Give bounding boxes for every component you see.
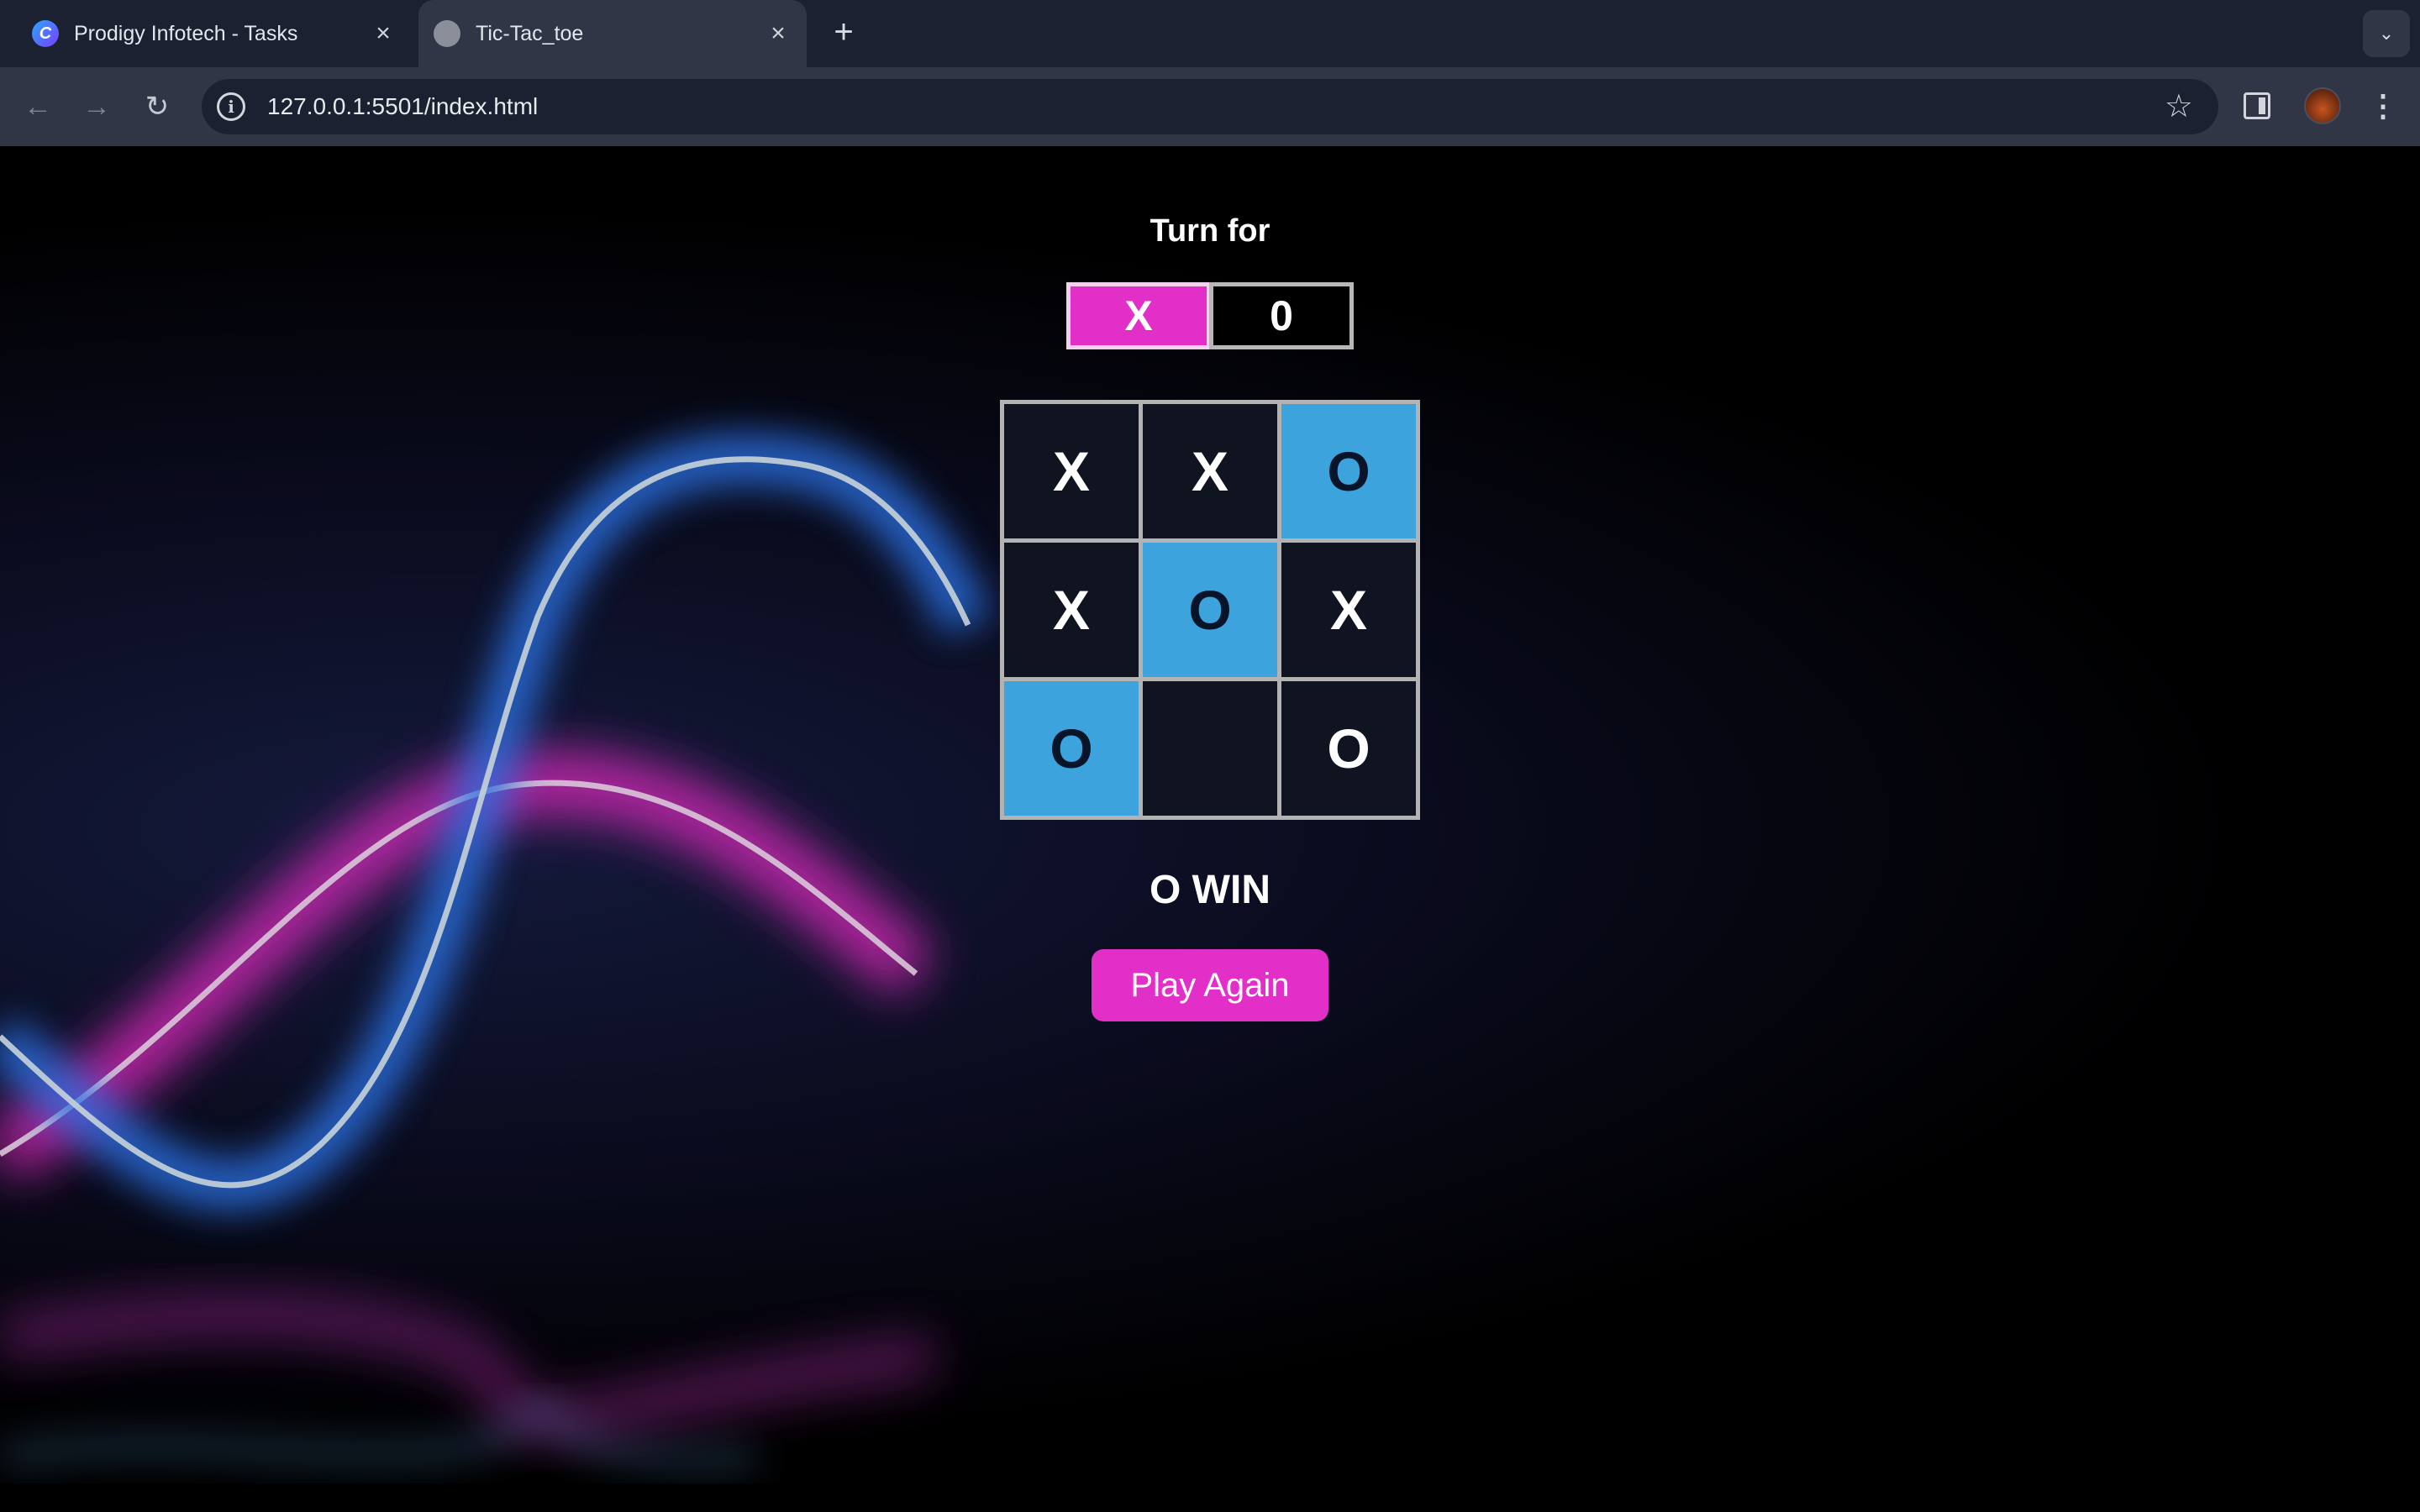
side-panel-icon[interactable] xyxy=(2244,92,2270,119)
turn-indicator-o: 0 xyxy=(1209,282,1354,349)
tab-tic-tac-toe[interactable]: Tic-Tac_toe × xyxy=(418,0,807,67)
board-cell[interactable]: X xyxy=(1004,543,1139,677)
forward-button[interactable]: → xyxy=(76,86,118,128)
new-tab-button[interactable]: + xyxy=(825,15,862,52)
address-bar[interactable]: i 127.0.0.1:5501/index.html ☆ xyxy=(202,79,2218,134)
board-cell[interactable]: O xyxy=(1143,543,1277,677)
board-cell[interactable]: O xyxy=(1281,681,1416,816)
board-cell[interactable]: X xyxy=(1281,543,1416,677)
page-viewport: Turn for X 0 X X O X O X O O O WIN Play … xyxy=(0,146,2420,1512)
board-cell[interactable]: O xyxy=(1281,404,1416,538)
turn-indicator-x: X xyxy=(1066,282,1211,349)
tab-title: Tic-Tac_toe xyxy=(476,21,584,45)
avatar[interactable] xyxy=(2304,87,2341,124)
canva-icon: C xyxy=(32,20,59,47)
tab-title: Prodigy Infotech - Tasks xyxy=(74,21,298,45)
chevron-down-icon[interactable]: ⌄ xyxy=(2363,10,2410,57)
close-icon[interactable]: × xyxy=(366,17,400,50)
result-message: O WIN xyxy=(1150,868,1270,912)
tab-prodigy[interactable]: C Prodigy Infotech - Tasks × xyxy=(17,0,412,67)
tab-strip: C Prodigy Infotech - Tasks × Tic-Tac_toe… xyxy=(0,0,2420,67)
globe-icon xyxy=(434,20,460,47)
game-board: X X O X O X O O xyxy=(1000,400,1420,820)
back-button[interactable]: ← xyxy=(17,86,59,128)
tic-tac-toe-game: Turn for X 0 X X O X O X O O O WIN Play … xyxy=(1000,146,1420,1512)
play-again-button[interactable]: Play Again xyxy=(1092,949,1328,1021)
board-cell[interactable] xyxy=(1143,681,1277,816)
board-cell[interactable]: O xyxy=(1004,681,1139,816)
reload-button[interactable]: ↻ xyxy=(136,86,178,128)
board-cell[interactable]: X xyxy=(1143,404,1277,538)
browser-toolbar: ← → ↻ i 127.0.0.1:5501/index.html ☆ ⋮ xyxy=(0,67,2420,146)
turn-label: Turn for xyxy=(1150,213,1270,249)
close-icon[interactable]: × xyxy=(761,17,795,50)
url-text[interactable]: 127.0.0.1:5501/index.html xyxy=(267,93,538,120)
info-icon[interactable]: i xyxy=(217,92,245,121)
board-cell[interactable]: X xyxy=(1004,404,1139,538)
menu-icon[interactable]: ⋮ xyxy=(2366,87,2400,126)
star-icon[interactable]: ☆ xyxy=(2165,87,2193,125)
